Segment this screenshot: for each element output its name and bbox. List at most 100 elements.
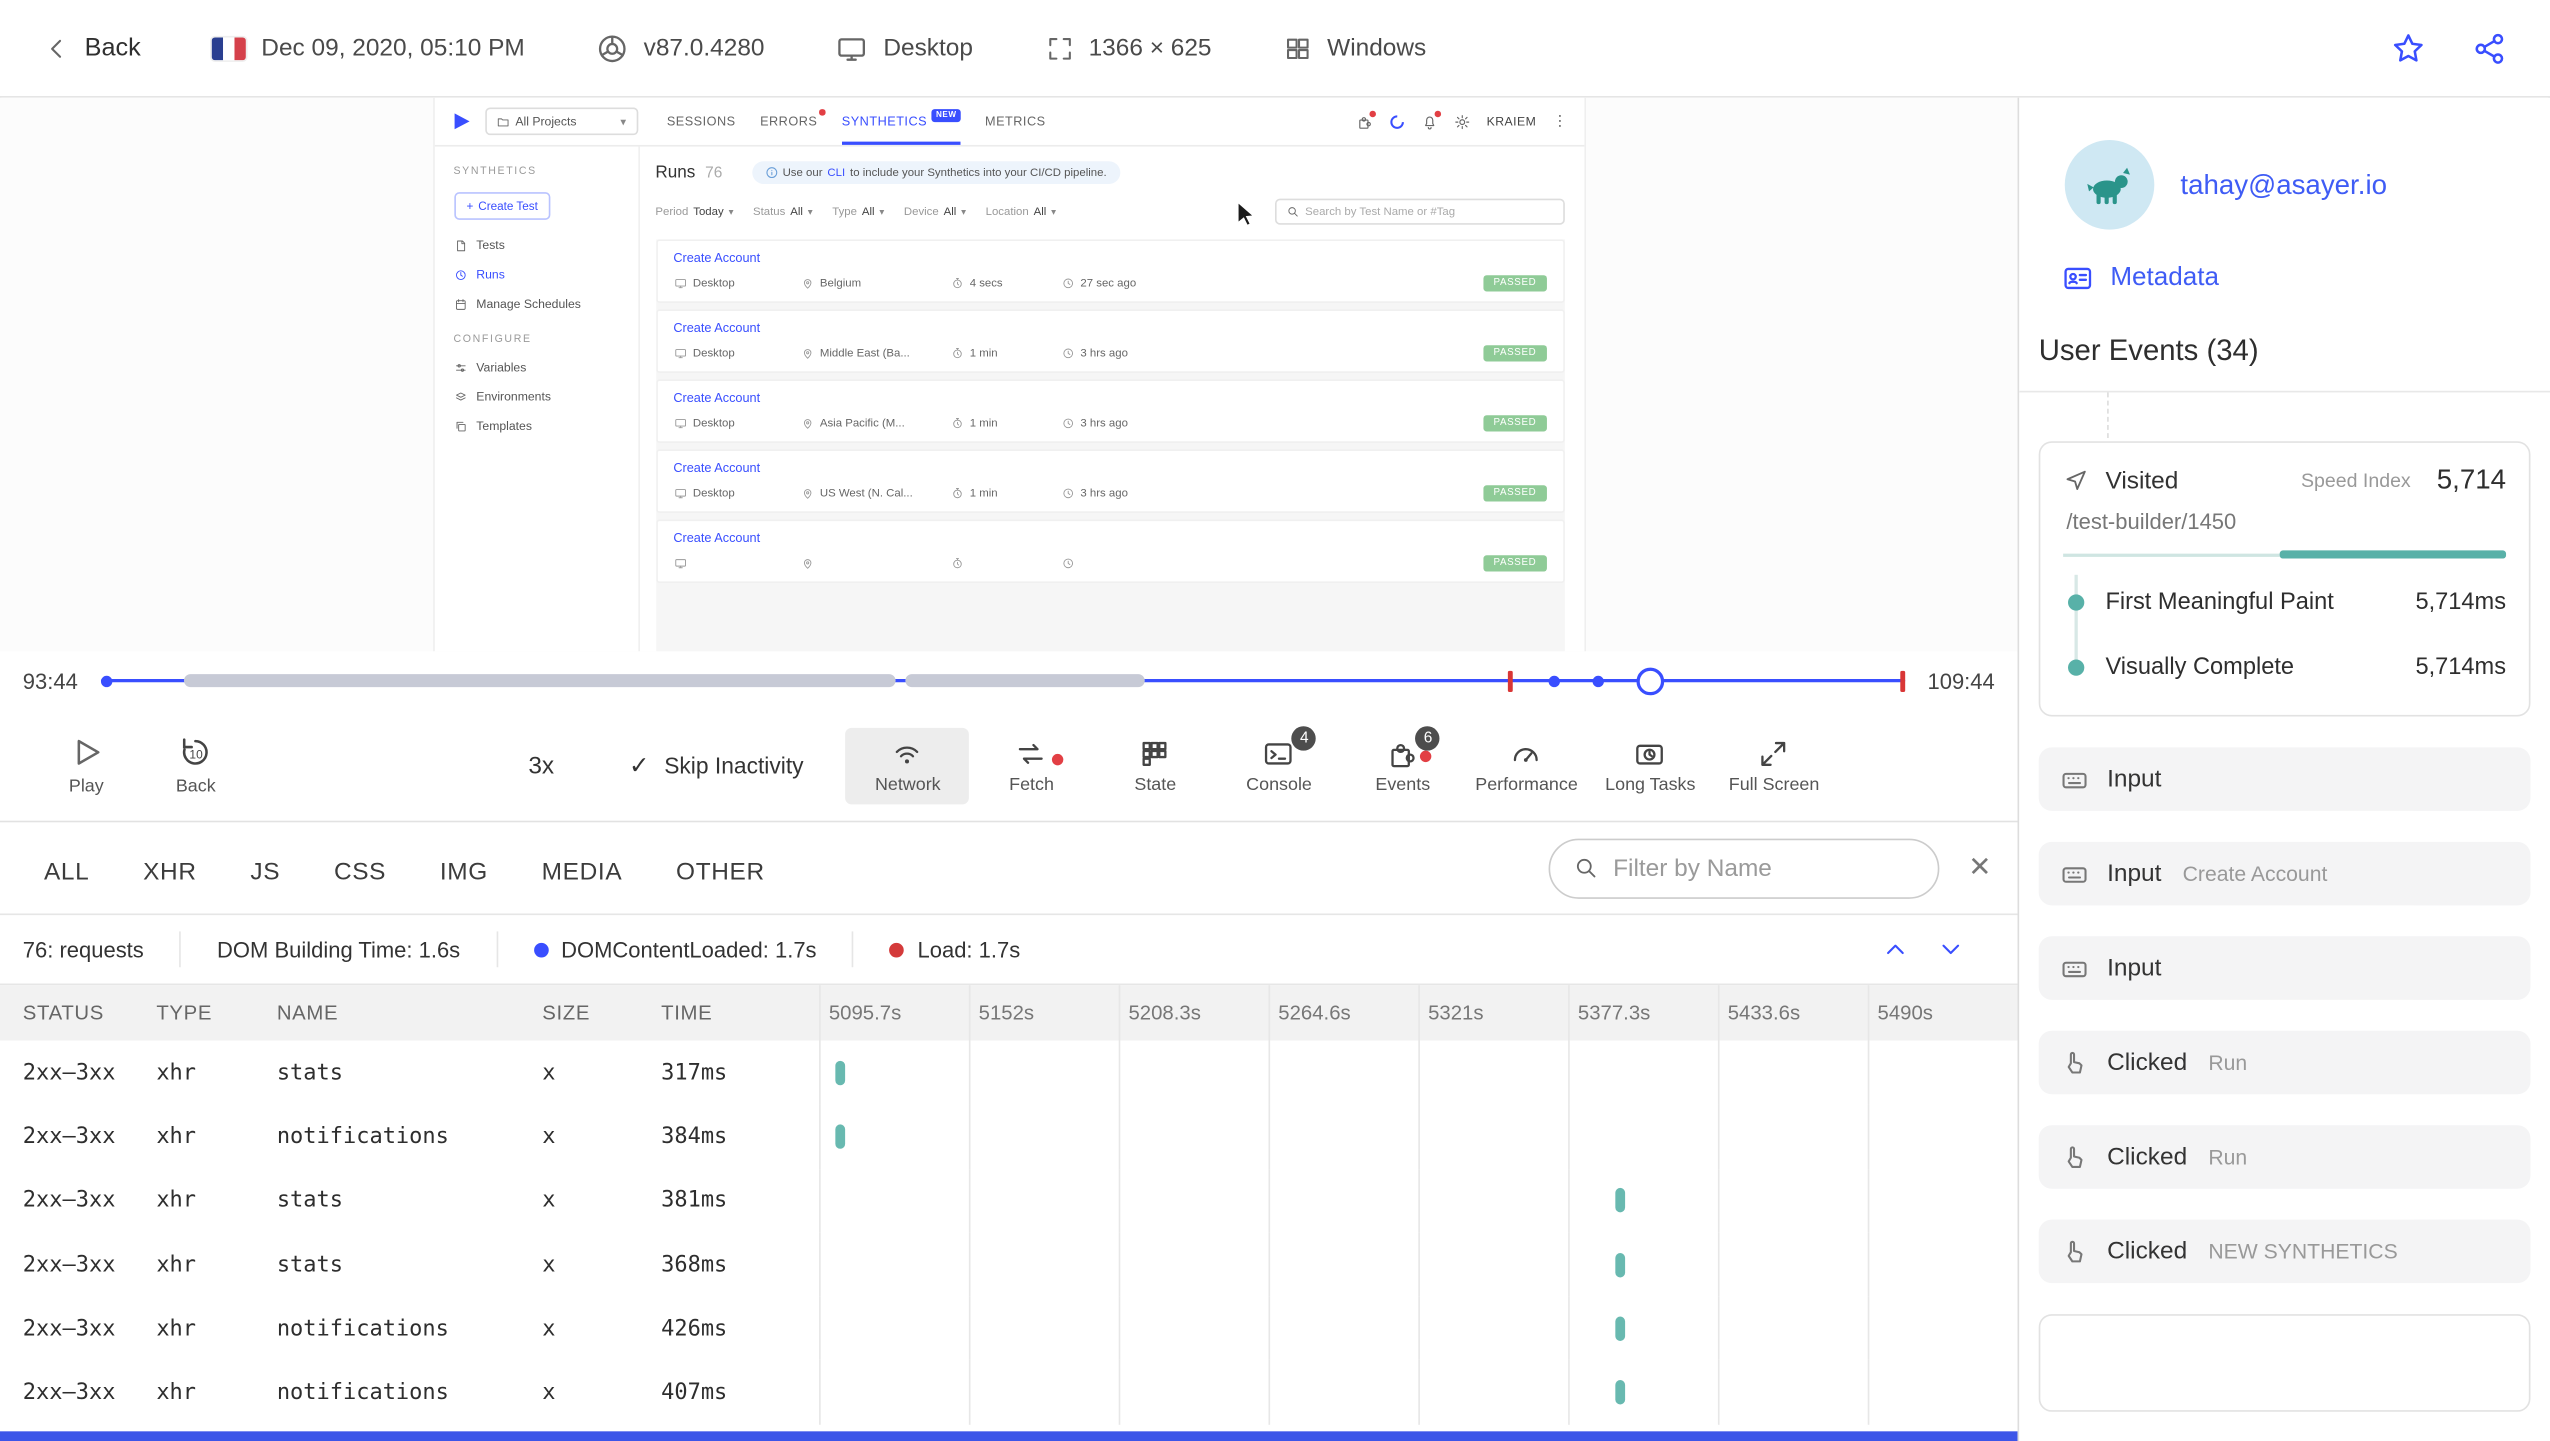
run-test-name[interactable]: Create Account bbox=[673, 251, 1546, 266]
favorite-star-icon[interactable] bbox=[2390, 30, 2426, 66]
user-event-item[interactable]: Input bbox=[2038, 747, 2531, 811]
status-badge: PASSED bbox=[1483, 275, 1547, 292]
network-tab-list: ALL XHR JS CSS IMG MEDIA OTHER bbox=[44, 828, 819, 908]
col-size: SIZE bbox=[542, 1001, 591, 1025]
paint-metric-row: Visually Complete 5,714ms bbox=[2063, 646, 2506, 688]
project-selector[interactable]: All Projects ▾ bbox=[484, 107, 638, 136]
run-item[interactable]: Create Account Desktop Asia Pacific (M..… bbox=[655, 379, 1565, 443]
playback-speed-button[interactable]: 3x bbox=[528, 751, 554, 779]
play-button[interactable]: Play bbox=[68, 734, 104, 796]
network-type-tab[interactable]: XHR bbox=[143, 828, 197, 908]
network-type-tab[interactable]: ALL bbox=[44, 828, 89, 908]
back-button[interactable]: Back bbox=[42, 33, 141, 62]
stopwatch-icon bbox=[952, 348, 961, 359]
network-type-tab[interactable]: MEDIA bbox=[542, 828, 623, 908]
share-icon[interactable] bbox=[2472, 30, 2508, 66]
run-filter-dropdown[interactable]: Device All bbox=[904, 206, 966, 217]
full-screen-toggle[interactable]: Full Screen bbox=[1712, 727, 1836, 804]
run-test-name[interactable]: Create Account bbox=[673, 531, 1546, 546]
session-replay-window: Back Dec 09, 2020, 05:10 PM v87.0.4280 D… bbox=[0, 0, 2550, 1441]
user-event-item[interactable]: Clicked Run bbox=[2038, 1125, 2531, 1189]
kebab-menu-icon[interactable]: ⋮ bbox=[1553, 112, 1568, 130]
jump-next-icon[interactable] bbox=[1936, 935, 1965, 964]
run-test-name[interactable]: Create Account bbox=[673, 461, 1546, 476]
console-toggle[interactable]: 4 Console bbox=[1217, 725, 1341, 804]
test-search-input[interactable]: Search by Test Name or #Tag bbox=[1274, 198, 1565, 225]
operating-system: Windows bbox=[1283, 33, 1426, 62]
request-type: xhr bbox=[156, 1123, 197, 1150]
run-item[interactable]: Create Account PASSED bbox=[655, 519, 1565, 583]
jump-previous-icon[interactable] bbox=[1881, 935, 1910, 964]
sidebar-item-templates[interactable]: Templates bbox=[453, 418, 617, 433]
skip-inactivity-toggle[interactable]: ✓ Skip Inactivity bbox=[629, 751, 804, 780]
filter-by-name-input[interactable] bbox=[1613, 854, 1915, 882]
user-email[interactable]: tahay@asayer.io bbox=[2180, 169, 2387, 202]
user-event-item[interactable]: Clicked Run bbox=[2038, 1030, 2531, 1095]
user-event-item[interactable]: Input bbox=[2038, 936, 2531, 1000]
col-time: TIME bbox=[661, 1001, 713, 1025]
id-card-icon bbox=[2064, 267, 2092, 290]
network-toggle[interactable]: Network bbox=[845, 727, 970, 804]
tab-metrics[interactable]: METRICS bbox=[985, 98, 1046, 145]
network-type-tab[interactable]: IMG bbox=[440, 828, 488, 908]
screen-resolution: 1366 × 625 bbox=[1045, 33, 1212, 62]
user-event-item[interactable]: Clicked NEW SYNTHETICS bbox=[2038, 1219, 2531, 1284]
state-toggle[interactable]: State bbox=[1093, 727, 1217, 804]
performance-toggle[interactable]: Performance bbox=[1465, 727, 1589, 804]
keyboard-icon bbox=[2062, 960, 2087, 977]
network-type-tab[interactable]: CSS bbox=[334, 828, 386, 908]
network-request-row[interactable]: 2xx–3xx xhr notifications x 384ms bbox=[0, 1104, 2018, 1169]
tab-sessions[interactable]: SESSIONS bbox=[667, 98, 736, 145]
run-test-name[interactable]: Create Account bbox=[673, 391, 1546, 406]
metadata-button[interactable]: Metadata bbox=[2019, 230, 2550, 295]
sidebar-item-variables[interactable]: Variables bbox=[453, 360, 617, 375]
replay-viewport: All Projects ▾ SESSIONS ERRORS SYNTHETIC… bbox=[0, 97, 2018, 652]
network-request-row[interactable]: 2xx–3xx xhr notifications x 426ms bbox=[0, 1296, 2018, 1361]
event-item-partial[interactable] bbox=[2038, 1314, 2531, 1412]
tab-synthetics[interactable]: SYNTHETICS NEW bbox=[842, 98, 961, 145]
network-request-row[interactable]: 2xx–3xx xhr stats x 381ms bbox=[0, 1168, 2018, 1233]
time-tick-label: 5490s bbox=[1877, 1001, 1933, 1025]
run-filter-dropdown[interactable]: Type All bbox=[832, 206, 884, 217]
sidebar-item-environments[interactable]: Environments bbox=[453, 389, 617, 404]
sidebar-item-manage-schedules[interactable]: Manage Schedules bbox=[453, 296, 617, 311]
gear-icon[interactable] bbox=[1454, 113, 1470, 129]
run-filter-dropdown[interactable]: Location All bbox=[986, 206, 1056, 217]
timeline-track[interactable] bbox=[100, 664, 1906, 698]
create-test-button[interactable]: + Create Test bbox=[453, 192, 551, 220]
events-toggle[interactable]: 6 Events bbox=[1341, 725, 1465, 804]
run-item[interactable]: Create Account Desktop Belgium 4 secs 27… bbox=[655, 239, 1565, 303]
network-type-tab[interactable]: OTHER bbox=[676, 828, 765, 908]
run-item[interactable]: Create Account Desktop Middle East (Ba..… bbox=[655, 309, 1565, 373]
request-time: 426ms bbox=[661, 1315, 728, 1342]
run-filter-dropdown[interactable]: Period Today bbox=[655, 206, 733, 217]
event-items: Input Input Create Account Input Clicked… bbox=[2038, 747, 2531, 1284]
waterfall-lane bbox=[819, 1232, 2017, 1297]
network-type-tab[interactable]: JS bbox=[250, 828, 280, 908]
cli-link[interactable]: CLI bbox=[827, 167, 845, 178]
run-test-name[interactable]: Create Account bbox=[673, 321, 1546, 336]
request-name: stats bbox=[276, 1059, 343, 1086]
back-10s-button[interactable]: 10 Back bbox=[176, 734, 216, 796]
fetch-toggle[interactable]: Fetch bbox=[970, 727, 1094, 804]
request-time: 317ms bbox=[661, 1059, 728, 1086]
sidebar-item-runs[interactable]: Runs bbox=[453, 267, 617, 282]
sidebar-item-tests[interactable]: Tests bbox=[453, 238, 617, 252]
visited-event-card[interactable]: Visited Speed Index 5,714 /test-builder/… bbox=[2038, 441, 2531, 717]
bell-icon[interactable] bbox=[1421, 109, 1441, 129]
user-event-item[interactable]: Input Create Account bbox=[2038, 841, 2531, 906]
network-request-row[interactable]: 2xx–3xx xhr stats x 317ms bbox=[0, 1040, 2018, 1105]
network-request-row[interactable]: 2xx–3xx xhr notifications x 407ms bbox=[0, 1360, 2018, 1425]
run-item[interactable]: Create Account Desktop US West (N. Cal..… bbox=[655, 449, 1565, 513]
close-panel-icon[interactable]: ✕ bbox=[1968, 852, 1991, 885]
playhead-knob[interactable] bbox=[1637, 666, 1665, 695]
run-filter-dropdown[interactable]: Status All bbox=[753, 206, 813, 217]
tab-errors[interactable]: ERRORS bbox=[760, 98, 826, 145]
user-menu[interactable]: KRAIEM bbox=[1487, 114, 1537, 129]
replayed-app-sidebar: SYNTHETICS + Create Test Tests Runs Mana… bbox=[434, 146, 640, 652]
runs-count: 76 bbox=[705, 163, 723, 182]
network-request-row[interactable]: 2xx–3xx xhr stats x 368ms bbox=[0, 1232, 2018, 1297]
state-grid-icon bbox=[1143, 741, 1168, 766]
integrations-icon[interactable] bbox=[1356, 109, 1376, 129]
long-tasks-toggle[interactable]: Long Tasks bbox=[1588, 727, 1712, 804]
